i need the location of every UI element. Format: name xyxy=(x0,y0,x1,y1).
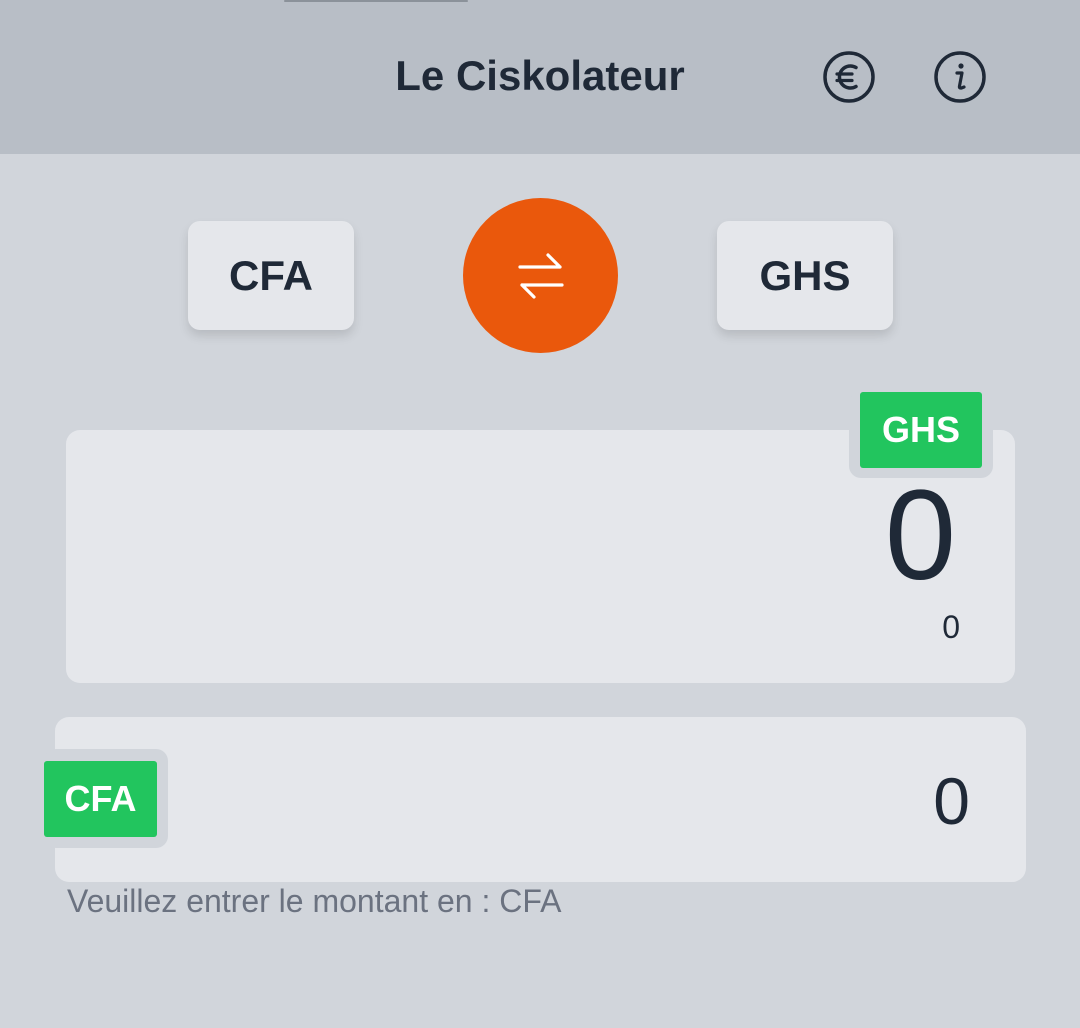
info-button[interactable] xyxy=(933,50,987,104)
from-currency-button[interactable]: CFA xyxy=(188,221,354,330)
app-screen: Le Ciskolateur CFA GHS GHS 0 0 CFA 0 Veu… xyxy=(0,0,1080,1028)
swap-currencies-button[interactable] xyxy=(463,198,618,353)
result-currency-badge: GHS xyxy=(860,392,982,468)
converted-amount-secondary: 0 xyxy=(942,609,960,645)
info-icon xyxy=(934,51,986,103)
header-bar: Le Ciskolateur xyxy=(0,0,1080,154)
amount-input[interactable]: 0 xyxy=(933,768,970,834)
swap-arrows-icon xyxy=(517,252,564,299)
app-title: Le Ciskolateur xyxy=(395,52,685,99)
input-currency-badge: CFA xyxy=(44,761,157,837)
input-hint: Veuillez entrer le montant en : CFA xyxy=(67,883,562,919)
amount-input-card[interactable] xyxy=(55,717,1026,882)
drag-handle xyxy=(284,0,468,2)
euro-button[interactable] xyxy=(822,50,876,104)
converted-amount: 0 xyxy=(884,464,956,607)
euro-icon xyxy=(823,51,875,103)
to-currency-button[interactable]: GHS xyxy=(717,221,893,330)
